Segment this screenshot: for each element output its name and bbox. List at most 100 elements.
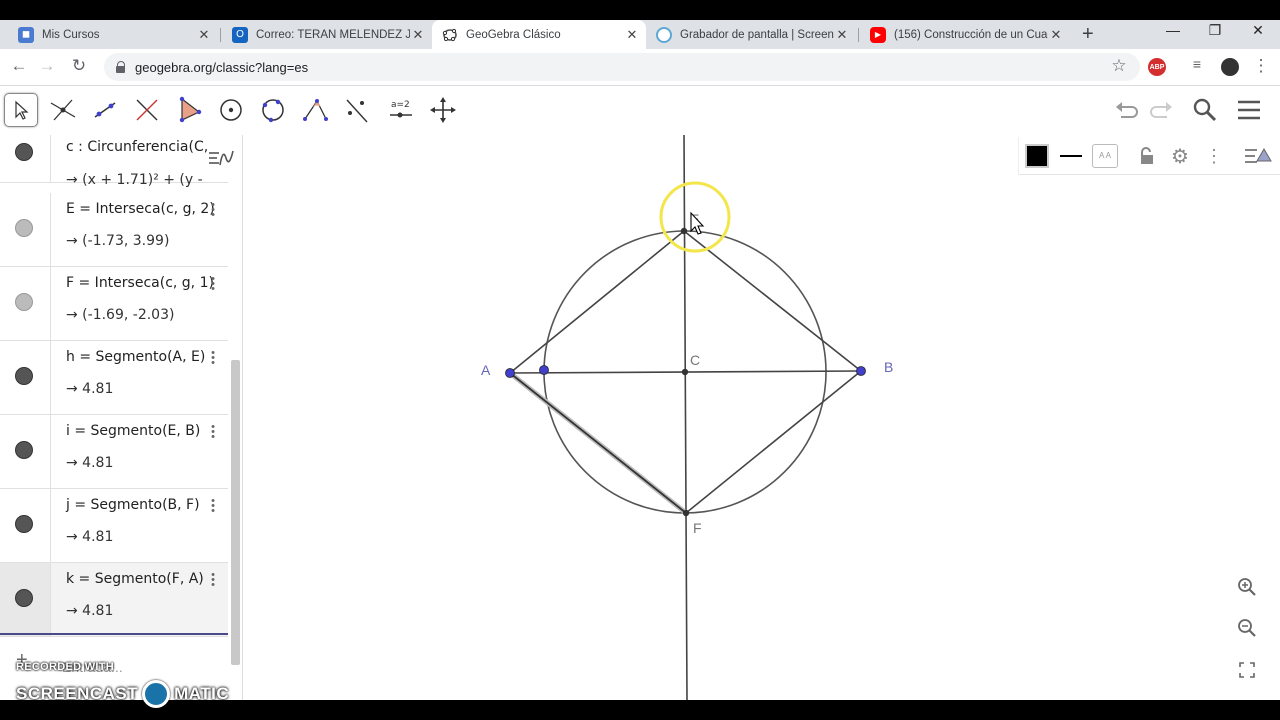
watermark-top: RECORDED WITH [16, 661, 115, 673]
polygon-tool-icon[interactable] [172, 93, 206, 127]
close-icon[interactable]: ✕ [410, 27, 426, 43]
address-row: ← → ↻ geogebra.org/classic?lang=es ☆ ABP… [0, 49, 1280, 86]
tab-screencast[interactable]: Grabador de pantalla | Screenc ✕ [646, 20, 856, 49]
lock-icon[interactable] [1132, 141, 1162, 171]
adblock-icon[interactable]: ABP [1148, 58, 1166, 76]
line-tool-icon[interactable] [88, 93, 122, 127]
segment-j[interactable] [685, 370, 862, 514]
reading-list-icon[interactable]: ≡ [1186, 56, 1208, 72]
close-icon[interactable]: ✕ [196, 27, 212, 43]
tab-label: GeoGebra Clásico [466, 28, 561, 41]
adblock-label: ABP [1149, 63, 1165, 71]
more-options-icon[interactable]: • • • [211, 496, 215, 517]
row-definition[interactable]: h = Segmento(A, E) [66, 349, 205, 365]
visibility-toggle[interactable] [15, 219, 33, 237]
circle-three-points-tool-icon[interactable] [256, 93, 290, 127]
visibility-toggle[interactable] [15, 515, 33, 533]
point-a[interactable] [505, 368, 515, 378]
point-tool-icon[interactable] [46, 93, 80, 127]
new-tab-button[interactable]: + [1082, 23, 1094, 46]
label-a: A [481, 362, 491, 378]
search-icon[interactable] [1188, 93, 1222, 127]
close-icon[interactable]: ✕ [834, 27, 850, 43]
address-bar[interactable]: geogebra.org/classic?lang=es [104, 53, 1140, 81]
point-d[interactable] [539, 365, 549, 375]
close-window-button[interactable]: ✕ [1243, 22, 1273, 39]
more-options-icon[interactable]: • • • [211, 274, 215, 295]
algebra-row[interactable]: i = Segmento(E, B) → 4.81 • • • [0, 415, 228, 489]
screen: ◼ Mis Cursos ✕ O Correo: TERAN MELENDEZ … [0, 0, 1280, 720]
more-options-icon[interactable]: • • • [211, 200, 215, 221]
back-button[interactable]: ← [8, 56, 30, 76]
row-definition[interactable]: c : Circunferencia(C, [66, 139, 208, 155]
row-value: → 4.81 [66, 381, 114, 397]
line-style-button[interactable] [1056, 141, 1086, 171]
row-definition[interactable]: i = Segmento(E, B) [66, 423, 200, 439]
close-icon[interactable]: ✕ [1048, 27, 1064, 43]
perpendicular-tool-icon[interactable] [130, 93, 164, 127]
algebra-row[interactable]: j = Segmento(B, F) → 4.81 • • • [0, 489, 228, 563]
row-definition[interactable]: j = Segmento(B, F) [66, 497, 200, 513]
slider-tool-icon[interactable]: a=2 [384, 93, 418, 127]
tab-youtube[interactable]: ▶ (156) Construcción de un Cuac ✕ [860, 20, 1070, 49]
more-options-icon[interactable]: • • • [211, 348, 215, 369]
segment-k[interactable] [509, 372, 687, 514]
more-options-icon[interactable]: • • • [211, 570, 215, 591]
tab-mis-cursos[interactable]: ◼ Mis Cursos ✕ [8, 20, 218, 49]
algebra-view-toggle-icon[interactable] [205, 143, 239, 173]
minimize-button[interactable]: — [1158, 22, 1188, 38]
segment-h[interactable] [509, 230, 685, 374]
graphics-toggle-icon[interactable] [1243, 141, 1273, 171]
reload-button[interactable]: ↻ [68, 56, 90, 76]
hamburger-menu-icon[interactable] [1232, 93, 1266, 127]
row-definition[interactable]: F = Interseca(c, g, 1) [66, 275, 214, 291]
construction-canvas[interactable]: A B C E F [244, 134, 1280, 701]
segment-i[interactable] [683, 230, 862, 372]
fullscreen-icon[interactable] [1234, 657, 1260, 683]
visibility-toggle[interactable] [15, 293, 33, 311]
point-f[interactable] [682, 509, 690, 517]
zoom-in-icon[interactable] [1234, 574, 1260, 600]
more-options-icon[interactable]: ⋮ [1199, 141, 1229, 171]
color-button[interactable] [1022, 141, 1052, 171]
menu-icon[interactable]: ⋮ [1250, 56, 1272, 76]
label-style-button[interactable]: A A [1090, 141, 1120, 171]
zoom-out-icon[interactable] [1234, 615, 1260, 641]
circle-center-tool-icon[interactable] [214, 93, 248, 127]
graphics-view[interactable]: A B C E F [244, 134, 1280, 701]
redo-icon[interactable] [1144, 93, 1178, 127]
restore-button[interactable]: ❐ [1200, 22, 1230, 39]
point-c[interactable] [681, 368, 689, 376]
reflect-tool-icon[interactable] [340, 93, 374, 127]
move-tool-icon[interactable] [4, 93, 38, 127]
screencast-icon [656, 26, 672, 43]
close-icon[interactable]: ✕ [624, 27, 640, 43]
algebra-row[interactable]: F = Interseca(c, g, 1) → (-1.69, -2.03) … [0, 267, 228, 341]
visibility-toggle[interactable] [15, 367, 33, 385]
algebra-scrollbar[interactable] [231, 360, 240, 665]
visibility-toggle[interactable] [15, 441, 33, 459]
row-definition[interactable]: E = Interseca(c, g, 2) [66, 201, 215, 217]
avatar[interactable] [1221, 58, 1239, 76]
visibility-toggle[interactable] [15, 143, 33, 161]
gear-icon[interactable]: ⚙ [1165, 141, 1195, 171]
more-options-icon[interactable]: • • • [211, 422, 215, 443]
star-icon[interactable]: ☆ [1108, 56, 1130, 76]
point-e[interactable] [680, 227, 688, 235]
angle-tool-icon[interactable] [298, 93, 332, 127]
tab-label: Mis Cursos [42, 28, 100, 41]
algebra-row-selected[interactable]: k = Segmento(F, A) → 4.81 • • • [0, 563, 228, 637]
move-graphics-tool-icon[interactable] [426, 93, 460, 127]
row-value: → 4.81 [66, 455, 114, 471]
undo-icon[interactable] [1110, 93, 1144, 127]
line-g[interactable] [683, 134, 688, 701]
forward-button[interactable]: → [36, 56, 58, 76]
algebra-row[interactable]: c : Circunferencia(C, → (x + 1.71)² + (y… [0, 135, 228, 188]
point-b[interactable] [856, 366, 866, 376]
algebra-row[interactable]: E = Interseca(c, g, 2) → (-1.73, 3.99) •… [0, 193, 228, 267]
tab-geogebra[interactable]: GeoGebra Clásico ✕ [432, 20, 646, 49]
visibility-toggle[interactable] [15, 589, 33, 607]
row-definition[interactable]: k = Segmento(F, A) [66, 571, 204, 587]
tab-correo[interactable]: O Correo: TERAN MELENDEZ JAI ✕ [222, 20, 432, 49]
algebra-row[interactable]: h = Segmento(A, E) → 4.81 • • • [0, 341, 228, 415]
